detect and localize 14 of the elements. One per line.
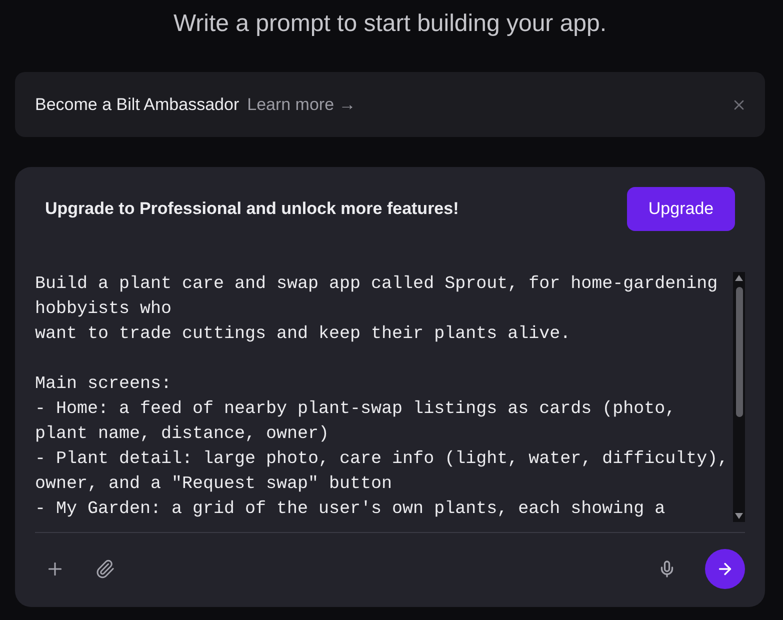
upgrade-button[interactable]: Upgrade: [627, 187, 735, 231]
scroll-up-icon[interactable]: [735, 275, 743, 281]
scroll-down-icon[interactable]: [735, 513, 743, 519]
scrollbar-thumb[interactable]: [736, 287, 742, 417]
microphone-icon: [658, 560, 676, 578]
banner-title: Become a Bilt Ambassador: [35, 94, 240, 114]
paperclip-icon: [95, 559, 115, 579]
learn-more-link[interactable]: Learn more →: [247, 94, 356, 114]
send-button[interactable]: [705, 549, 745, 589]
upgrade-message: Upgrade to Professional and unlock more features!: [45, 199, 459, 219]
prompt-field[interactable]: Build a plant care and swap app called Sprout, for home-gardening hobbyists who want to trade cuttings and keep their plants alive. Main screens: - Home: a feed of nearby plant-swap listings as cards (photo, plant name, distance, owner) - Plant detail: large photo, care info (light, water, difficulty), owner, and a "Request swap" button - My Garden: a grid of the user's own plants, each showing a: [35, 272, 731, 522]
arrow-right-icon: [716, 560, 734, 578]
scrollbar-track[interactable]: [733, 272, 745, 522]
page-heading: Write a prompt to start building your app.: [173, 9, 607, 39]
